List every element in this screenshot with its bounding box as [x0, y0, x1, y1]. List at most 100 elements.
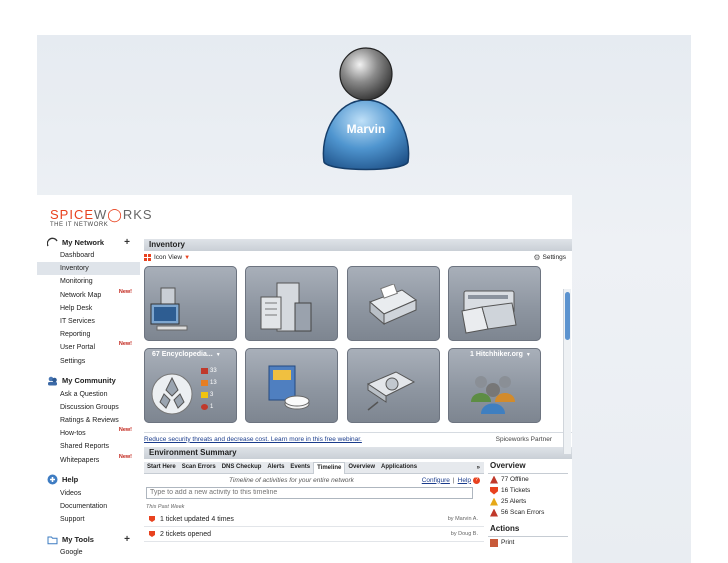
add-network-button[interactable]: + — [124, 237, 130, 248]
partner-label: Spiceworks Partner — [495, 435, 552, 443]
sidebar-item-documentation[interactable]: Documentation — [37, 500, 140, 513]
tab-dns-checkup[interactable]: DNS Checkup — [219, 462, 265, 473]
timeline-activity-item[interactable]: 2 tickets opened by Doug B. — [144, 527, 484, 542]
add-tool-button[interactable]: + — [124, 534, 130, 545]
tile-scanners[interactable] — [347, 348, 440, 423]
sidebar: My Network + Dashboard Inventory Monitor… — [37, 235, 140, 563]
tab-events[interactable]: Events — [287, 462, 313, 473]
users-icon — [471, 376, 515, 414]
promo-bar: Reduce security threats and decrease cos… — [144, 432, 572, 445]
print-action[interactable]: Print — [488, 537, 568, 548]
sidebar-item-google[interactable]: Google — [37, 546, 140, 559]
spiceworks-app: SPICEW◯RKS THE IT NETWORK My Network + D… — [37, 195, 572, 563]
tab-timeline[interactable]: Timeline — [313, 461, 346, 474]
chevron-down-icon: ▼ — [184, 254, 191, 261]
timeline-caption: Timeline of activities for your entire n… — [229, 476, 354, 484]
sidebar-item-inventory[interactable]: Inventory — [37, 262, 140, 276]
phone-icon — [461, 290, 517, 334]
tile-software[interactable] — [245, 348, 338, 423]
scan-error-icon — [201, 404, 208, 410]
environment-summary: Start Here Scan Errors DNS Checkup Alert… — [144, 459, 572, 548]
ticket-icon — [149, 516, 155, 522]
sidebar-item-support[interactable]: Support — [37, 513, 140, 526]
inventory-settings-link[interactable]: ⚙ Settings — [533, 253, 566, 262]
week-label: This Past Week — [146, 504, 185, 510]
section-help[interactable]: Help — [37, 473, 140, 487]
overview-scan-errors[interactable]: 56 Scan Errors — [488, 507, 568, 518]
folder-icon — [47, 536, 58, 545]
software-icon — [268, 365, 310, 410]
tile-encyclopedia[interactable]: 67 Encyclopedia... ▼ 33 13 3 1 — [144, 348, 237, 423]
help-icon[interactable]: ? — [473, 476, 480, 484]
timeline-header: Timeline of activities for your entire n… — [144, 474, 484, 486]
grid-icon — [144, 254, 151, 261]
tab-alerts[interactable]: Alerts — [264, 462, 287, 473]
new-badge: New! — [118, 288, 132, 295]
alert-icon — [201, 392, 208, 398]
tab-overview[interactable]: Overview — [345, 462, 378, 473]
alert-icon — [490, 497, 498, 506]
tab-start-here[interactable]: Start Here — [144, 462, 179, 473]
sidebar-item-dashboard[interactable]: Dashboard — [37, 249, 140, 262]
section-my-community[interactable]: My Community — [37, 374, 140, 388]
help-link[interactable]: Help — [458, 477, 471, 484]
workstation-icon — [150, 287, 188, 331]
tile-phones[interactable] — [448, 266, 541, 341]
sidebar-item-how-tos[interactable]: How-tos New! — [37, 427, 140, 440]
new-badge: New! — [118, 341, 132, 348]
sidebar-item-settings[interactable]: Settings — [37, 355, 140, 368]
new-badge: New! — [118, 427, 132, 434]
overview-alerts[interactable]: 25 Alerts — [488, 496, 568, 507]
avatar-name: Marvin — [347, 122, 386, 136]
icon-view-dropdown[interactable]: Icon View ▼ — [144, 254, 190, 261]
network-icon — [47, 237, 58, 246]
sidebar-item-network-map[interactable]: Network Map New! — [37, 289, 140, 302]
ticket-icon — [201, 380, 208, 386]
encyclopedia-icon — [151, 373, 193, 415]
inventory-toolbar: Icon View ▼ ⚙ Settings — [144, 251, 572, 264]
environment-summary-header: Environment Summary — [144, 447, 572, 459]
overview-panel: Overview 77 Offline 16 Tickets 25 Alerts… — [488, 459, 568, 548]
sidebar-item-whitepapers[interactable]: Whitepapers New! — [37, 454, 140, 467]
offline-icon — [490, 475, 498, 484]
tile-printers[interactable] — [347, 266, 440, 341]
tile-workstations[interactable] — [144, 266, 237, 341]
section-my-tools[interactable]: My Tools + — [37, 532, 140, 546]
spiceworks-logo: SPICEW◯RKS THE IT NETWORK — [50, 207, 153, 228]
actions-title: Actions — [488, 522, 568, 537]
inventory-scrollbar[interactable] — [563, 289, 571, 454]
printer-icon — [369, 284, 418, 326]
sidebar-item-ask-a-question[interactable]: Ask a Question — [37, 388, 140, 401]
tile-servers[interactable] — [245, 266, 338, 341]
more-tabs-button[interactable]: » — [477, 465, 480, 471]
chevron-down-icon: ▼ — [525, 352, 531, 358]
timeline-activity-item[interactable]: 1 ticket updated 4 times by Marvin A. — [144, 512, 484, 527]
community-icon — [48, 376, 57, 386]
print-icon — [490, 538, 498, 547]
tile-hitchhiker[interactable]: 1 Hitchhiker.org ▼ — [448, 348, 541, 423]
tab-applications[interactable]: Applications — [378, 462, 420, 473]
sidebar-item-it-services[interactable]: IT Services — [37, 315, 140, 328]
sidebar-item-videos[interactable]: Videos — [37, 487, 140, 500]
timeline-activity-input[interactable] — [146, 487, 473, 499]
sidebar-item-help-desk[interactable]: Help Desk — [37, 302, 140, 315]
tab-scan-errors[interactable]: Scan Errors — [179, 462, 219, 473]
overview-title: Overview — [488, 459, 568, 474]
section-my-network[interactable]: My Network + — [37, 235, 140, 249]
server-icon — [260, 282, 312, 332]
environment-tabs: Start Here Scan Errors DNS Checkup Alert… — [144, 461, 484, 474]
sidebar-item-user-portal[interactable]: User Portal New! — [37, 341, 140, 354]
scan-error-icon — [490, 508, 498, 517]
scanner-icon — [366, 371, 416, 411]
overview-offline[interactable]: 77 Offline — [488, 474, 568, 485]
user-avatar-icon: Marvin — [322, 47, 410, 171]
ticket-icon — [490, 486, 498, 495]
webinar-link[interactable]: Reduce security threats and decrease cos… — [144, 436, 362, 443]
configure-link[interactable]: Configure — [422, 477, 450, 484]
overview-tickets[interactable]: 16 Tickets — [488, 485, 568, 496]
gear-icon: ⚙ — [533, 253, 541, 262]
chevron-down-icon: ▼ — [215, 352, 221, 358]
sidebar-item-discussion-groups[interactable]: Discussion Groups — [37, 401, 140, 414]
inventory-tiles: 67 Encyclopedia... ▼ 33 13 3 1 1 Hitchhi… — [144, 264, 572, 454]
ticket-icon — [149, 531, 155, 537]
